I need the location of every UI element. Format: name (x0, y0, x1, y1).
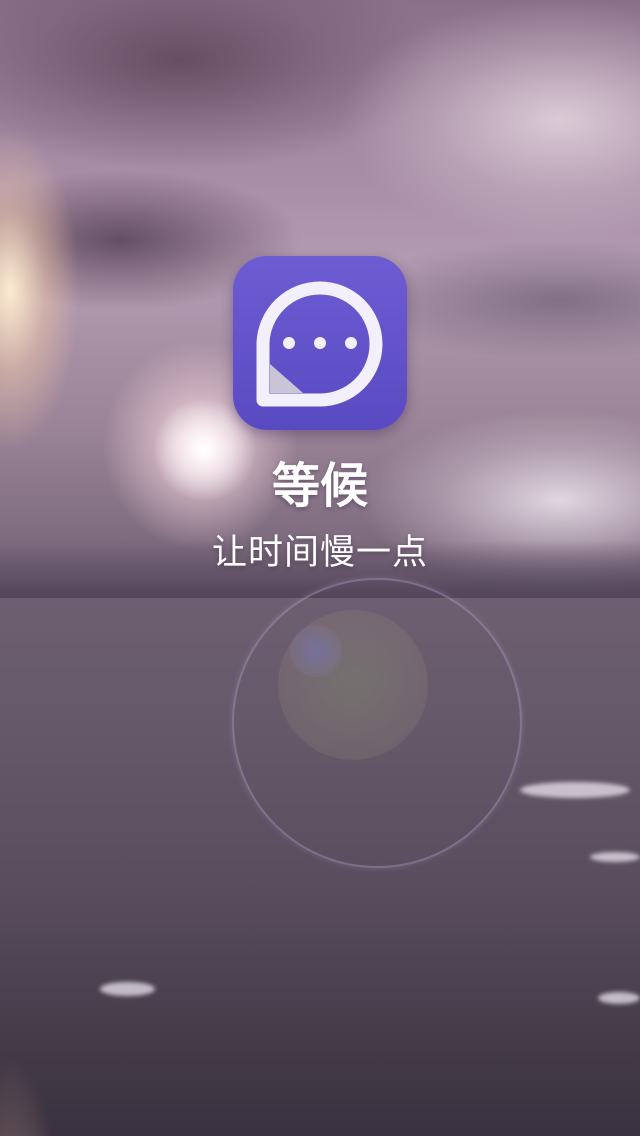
splash-screen: 等候 让时间慢一点 (0, 0, 640, 1136)
whitecap (520, 782, 630, 798)
chat-bubble-ellipsis-icon (256, 281, 383, 407)
app-slogan: 让时间慢一点 (211, 533, 428, 573)
lens-flare-dot (290, 625, 342, 677)
whitecap (598, 992, 640, 1004)
app-logo (233, 256, 407, 430)
whitecap (590, 852, 640, 862)
whitecap (100, 982, 155, 996)
app-title: 等候 (271, 458, 368, 514)
